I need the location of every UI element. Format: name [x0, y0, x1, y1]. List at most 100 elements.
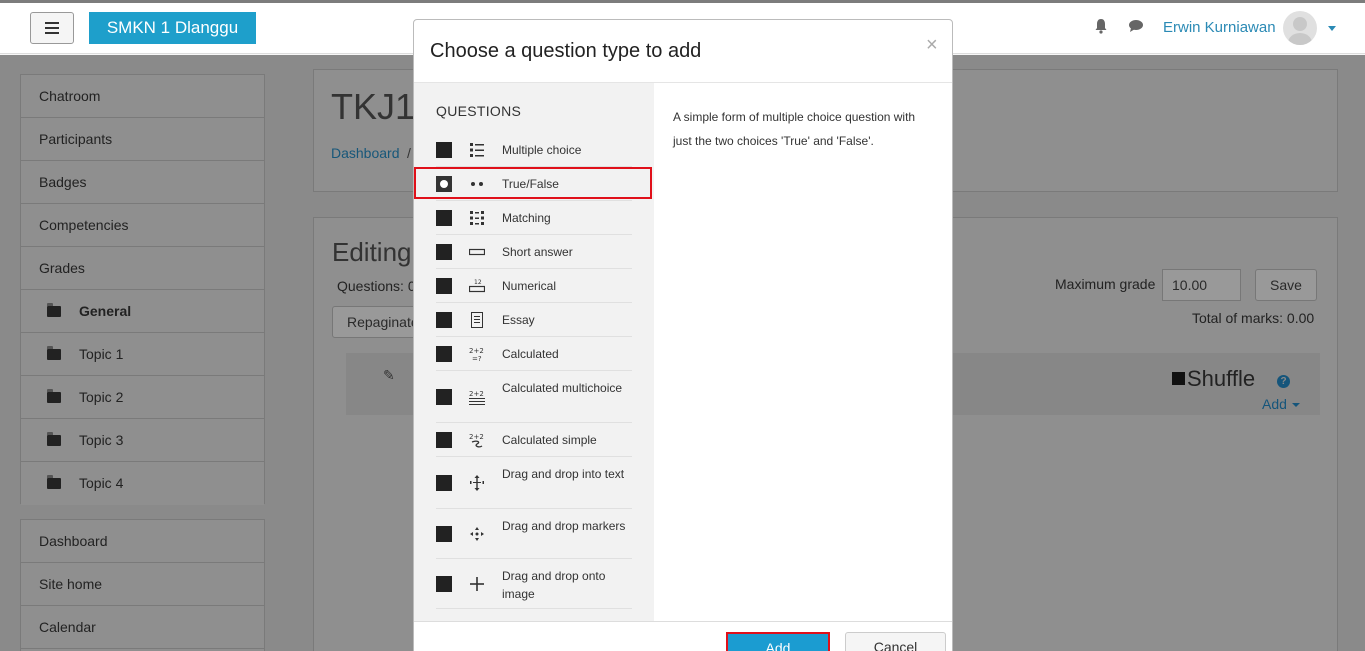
user-menu-name[interactable]: Erwin Kurniawan [1163, 19, 1276, 36]
sidebar-item-chatroom[interactable]: Chatroom [21, 75, 264, 118]
multichoice-icon [470, 143, 484, 157]
radio-button[interactable] [436, 432, 452, 448]
qtype-label: Short answer [502, 245, 573, 259]
add-caret-icon[interactable] [1292, 403, 1300, 407]
qtype-label: Numerical [502, 279, 557, 293]
radio-button[interactable] [436, 210, 452, 226]
drag-drop-image-icon [470, 577, 484, 591]
folder-icon [47, 346, 61, 360]
qtype-label: Essay [502, 313, 535, 327]
shuffle-checkbox[interactable] [1172, 372, 1185, 385]
modal-title: Choose a question type to add [430, 40, 702, 62]
add-button[interactable]: Add [726, 632, 830, 651]
sidebar-item-label: Topic 1 [79, 346, 124, 362]
radio-button[interactable] [436, 142, 452, 158]
sidebar-item-label: Site home [39, 576, 103, 592]
question-type-list: QUESTIONS Multiple choice True/False Mat… [414, 83, 654, 621]
chat-bubble-icon[interactable] [1128, 18, 1144, 34]
sidebar-item-dashboard[interactable]: Dashboard [21, 520, 264, 563]
breadcrumb-separator: / [407, 145, 411, 161]
calculated-multichoice-icon: 2+2 [469, 390, 485, 405]
qtype-calculated-simple[interactable]: 2+2 Calculated simple [436, 423, 632, 457]
svg-text:2+2: 2+2 [469, 433, 484, 441]
maximum-grade-input[interactable]: 10.00 [1162, 269, 1241, 301]
radio-button[interactable] [436, 244, 452, 260]
pencil-edit-icon[interactable]: ✎ [383, 367, 395, 384]
drag-drop-markers-icon [470, 527, 484, 541]
shortanswer-icon [469, 248, 485, 256]
essay-icon [471, 312, 483, 328]
sidebar-item-calendar[interactable]: Calendar [21, 606, 264, 649]
qtype-label: Drag and drop into text [502, 467, 625, 481]
qtype-ddimageortext[interactable]: Drag and drop onto image [436, 559, 632, 609]
total-marks: Total of marks: 0.00 [1192, 310, 1315, 326]
sidebar-item-competencies[interactable]: Competencies [21, 204, 264, 247]
sidebar-item-label: Dashboard [39, 533, 108, 549]
bell-icon[interactable] [1093, 18, 1109, 34]
radio-button[interactable] [436, 389, 452, 405]
qtype-calculated-multichoice[interactable]: 2+2 Calculated multichoice [436, 371, 632, 423]
sidebar-item-topic-2[interactable]: Topic 2 [21, 376, 264, 419]
qtype-label: Drag and drop markers [502, 519, 626, 533]
question-type-description: A simple form of multiple choice questio… [673, 110, 916, 148]
help-icon[interactable]: ? [1277, 375, 1290, 388]
sidebar-item-label: Competencies [39, 217, 129, 233]
sidebar-item-topic-1[interactable]: Topic 1 [21, 333, 264, 376]
radio-button[interactable] [436, 475, 452, 491]
modal-header: Choose a question type to add × [414, 20, 952, 83]
save-button[interactable]: Save [1255, 269, 1317, 301]
hamburger-icon [45, 22, 59, 24]
matching-icon [470, 211, 484, 225]
radio-button[interactable] [436, 346, 452, 362]
folder-icon [47, 475, 61, 489]
course-navigation-block: Chatroom Participants Badges Competencie… [20, 74, 265, 505]
qtype-label: Calculated [502, 347, 559, 361]
qtype-essay[interactable]: Essay [436, 303, 632, 337]
radio-button[interactable] [436, 278, 452, 294]
drag-drop-text-icon [470, 475, 484, 491]
sidebar-item-general[interactable]: General [21, 290, 264, 333]
cancel-button[interactable]: Cancel [845, 632, 946, 651]
breadcrumb-dashboard[interactable]: Dashboard [331, 145, 400, 161]
radio-button[interactable] [436, 576, 452, 592]
repaginate-button[interactable]: Repaginate [332, 306, 422, 338]
qtype-multiple-choice[interactable]: Multiple choice [436, 133, 632, 167]
user-menu-caret-icon[interactable] [1328, 26, 1336, 31]
close-icon[interactable]: × [926, 34, 938, 57]
menu-toggle-button[interactable] [30, 12, 74, 44]
svg-text:=?: =? [472, 355, 482, 362]
calculated-simple-icon: 2+2 [469, 433, 484, 448]
sidebar-item-participants[interactable]: Participants [21, 118, 264, 161]
qtype-label: Drag and drop onto image [502, 569, 606, 601]
sidebar-item-badges[interactable]: Badges [21, 161, 264, 204]
qtype-short-answer[interactable]: Short answer [436, 235, 632, 269]
sidebar-item-grades[interactable]: Grades [21, 247, 264, 290]
radio-button[interactable] [436, 312, 452, 328]
sidebar-item-label: Topic 2 [79, 389, 124, 405]
hamburger-icon-bar [45, 32, 59, 34]
folder-icon [47, 389, 61, 403]
qtype-ddmarker[interactable]: Drag and drop markers [436, 509, 632, 559]
qtype-calculated[interactable]: 2+2 =? Calculated [436, 337, 632, 371]
svg-text:12: 12 [474, 279, 482, 286]
qtype-matching[interactable]: Matching [436, 201, 632, 235]
numerical-icon: 12 [469, 279, 485, 293]
question-type-chooser-dialog: Choose a question type to add × QUESTION… [413, 19, 953, 651]
qtype-ddwtos[interactable]: Drag and drop into text [436, 457, 632, 509]
user-avatar[interactable] [1283, 11, 1317, 45]
sidebar-item-topic-3[interactable]: Topic 3 [21, 419, 264, 462]
top-accent-line [0, 0, 1365, 3]
sidebar-item-site-home[interactable]: Site home [21, 563, 264, 606]
questions-count: Questions: 0 [337, 278, 416, 294]
folder-icon [47, 303, 61, 317]
sidebar-item-label: Badges [39, 174, 87, 190]
qtype-numerical[interactable]: 12 Numerical [436, 269, 632, 303]
radio-button[interactable] [436, 526, 452, 542]
svg-text:2+2: 2+2 [469, 347, 484, 355]
sidebar-item-topic-4[interactable]: Topic 4 [21, 462, 264, 505]
maximum-grade-label: Maximum grade [1055, 276, 1156, 292]
svg-text:2+2: 2+2 [469, 390, 484, 398]
add-menu-link[interactable]: Add [1262, 396, 1287, 412]
site-brand-link[interactable]: SMKN 1 Dlanggu [89, 12, 256, 44]
sidebar-item-label: Participants [39, 131, 113, 147]
